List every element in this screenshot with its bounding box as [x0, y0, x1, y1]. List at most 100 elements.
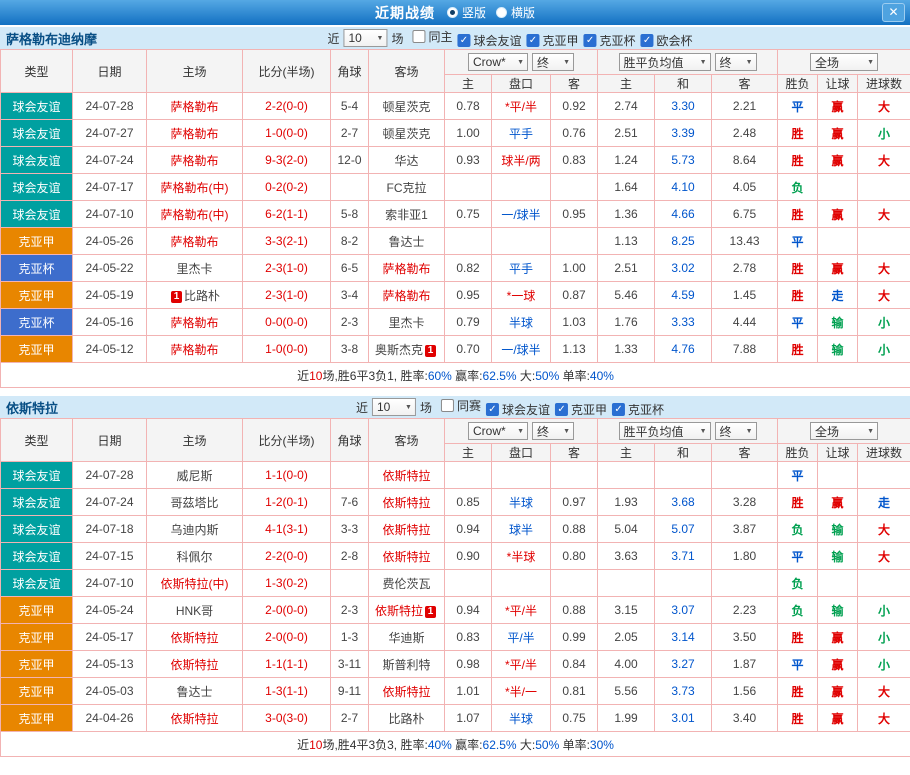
filter-checkbox[interactable]: ✓克亚杯: [612, 401, 664, 418]
chevron-down-icon: ▼: [563, 59, 570, 66]
near-label: 近: [356, 399, 368, 416]
asian-handicap: *半/一: [492, 678, 551, 705]
full-match-select[interactable]: 全场▼: [810, 53, 878, 71]
summary-part: 50%: [535, 738, 559, 752]
matches-body: 球会友谊24-07-28萨格勒布2-2(0-0)5-4顿星茨克0.78*平/半0…: [1, 93, 910, 363]
close-icon[interactable]: ✕: [882, 3, 905, 22]
match-date: 24-05-22: [73, 255, 147, 282]
europe-away-odds: 3.87: [712, 516, 778, 543]
chevron-down-icon: ▼: [517, 59, 524, 66]
team-name: 奥斯杰克: [375, 343, 423, 357]
view-radio-horizontal[interactable]: 横版: [496, 4, 535, 21]
match-type-badge: 克亚甲: [1, 705, 73, 732]
europe-avg-select[interactable]: 胜平负均值▼: [619, 53, 711, 71]
checkbox-icon[interactable]: [441, 399, 454, 412]
checkbox-icon[interactable]: ✓: [555, 403, 568, 416]
summary-text: 近10场,胜4平3负3, 胜率:40% 赢率:62.5% 大:50% 单率:30…: [1, 732, 910, 757]
match-type-badge: 克亚甲: [1, 336, 73, 363]
filter-bar: 近 10▼ 场 同主✓球会友谊✓克亚甲✓克亚杯✓欧会杯: [327, 28, 692, 49]
checkbox-icon[interactable]: [412, 30, 425, 43]
goals-result: 小: [858, 597, 910, 624]
filter-checkbox[interactable]: ✓克亚甲: [527, 32, 579, 49]
asian-handicap: 半球: [492, 309, 551, 336]
col-header-home: 主场: [147, 50, 243, 93]
europe-draw-odds: 3.01: [655, 705, 712, 732]
radio-icon[interactable]: [447, 7, 458, 18]
filter-checkbox[interactable]: ✓克亚杯: [584, 32, 636, 49]
match-type-badge: 球会友谊: [1, 174, 73, 201]
checkbox-icon[interactable]: ✓: [527, 34, 540, 47]
match-type-badge: 克亚杯: [1, 255, 73, 282]
match-date: 24-05-19: [73, 282, 147, 309]
filter-checkbox[interactable]: ✓欧会杯: [641, 32, 693, 49]
filter-checkbox[interactable]: 同赛: [441, 397, 481, 414]
match-score: 1-3(0-2): [243, 570, 331, 597]
asian-handicap: [492, 228, 551, 255]
asian-odds-header: Crow*▼终▼: [445, 419, 598, 444]
asian-handicap: [492, 174, 551, 201]
sub-header-home-odds: 主: [445, 75, 492, 93]
europe-away-odds: 3.50: [712, 624, 778, 651]
europe-avg-select[interactable]: 胜平负均值▼: [619, 422, 711, 440]
europe-final-select[interactable]: 终▼: [715, 53, 757, 71]
match-row: 球会友谊24-07-18乌迪内斯4-1(3-1)3-3依斯特拉0.94球半0.8…: [1, 516, 910, 543]
chevron-down-icon: ▼: [746, 59, 753, 66]
view-radio-vertical[interactable]: 竖版: [447, 4, 486, 21]
filter-checkbox[interactable]: ✓球会友谊: [457, 32, 521, 49]
odds-final-select[interactable]: 终▼: [532, 53, 574, 71]
asian-away-odds: 0.84: [551, 651, 598, 678]
sub-header-away-odds: 客: [551, 75, 598, 93]
away-team: 鲁达士: [369, 228, 445, 255]
summary-part: 场,胜4平3负3, 胜率:: [322, 738, 427, 752]
checkbox-icon[interactable]: ✓: [457, 34, 470, 47]
away-team: 依斯特拉1: [369, 597, 445, 624]
chevron-down-icon: ▼: [405, 404, 412, 411]
full-match-select[interactable]: 全场▼: [810, 422, 878, 440]
match-result: 胜: [778, 201, 818, 228]
match-row: 球会友谊24-07-17萨格勒布(中)0-2(0-2)FC克拉1.644.104…: [1, 174, 910, 201]
recent-count-select[interactable]: 10▼: [343, 29, 387, 47]
checkbox-icon[interactable]: ✓: [584, 34, 597, 47]
match-score: 0-0(0-0): [243, 309, 331, 336]
match-row: 克亚甲24-05-12萨格勒布1-0(0-0)3-8奥斯杰克10.70一/球半1…: [1, 336, 910, 363]
team-name: 鲁达士: [176, 685, 212, 699]
checkbox-icon[interactable]: ✓: [641, 34, 654, 47]
odds-company-select[interactable]: Crow*▼: [468, 422, 528, 440]
recent-count-select[interactable]: 10▼: [372, 398, 416, 416]
europe-home-odds: 2.51: [598, 255, 655, 282]
corner-score: 1-3: [331, 624, 369, 651]
europe-away-odds: 3.28: [712, 489, 778, 516]
page-title: 近期战绩: [375, 3, 435, 23]
radio-icon[interactable]: [496, 7, 507, 18]
europe-away-odds: 7.88: [712, 336, 778, 363]
filter-checkbox[interactable]: 同主: [412, 28, 452, 45]
odds-final-select[interactable]: 终▼: [532, 422, 574, 440]
match-row: 球会友谊24-07-15科佩尔2-2(0-0)2-8依斯特拉0.90*半球0.8…: [1, 543, 910, 570]
home-team: 依斯特拉: [147, 705, 243, 732]
team-name: 萨格勒布: [170, 343, 218, 357]
asian-away-odds: 0.87: [551, 282, 598, 309]
europe-home-odds: 1.33: [598, 336, 655, 363]
europe-draw-odds: 3.33: [655, 309, 712, 336]
europe-draw-odds: 4.10: [655, 174, 712, 201]
home-team: HNK哥: [147, 597, 243, 624]
asian-handicap: *平/半: [492, 597, 551, 624]
red-card-badge: 1: [171, 291, 182, 303]
summary-part: 50%: [535, 369, 559, 383]
team-name: 依斯特拉: [170, 658, 218, 672]
asian-away-odds: 1.00: [551, 255, 598, 282]
asian-home-odds: 0.90: [445, 543, 492, 570]
match-result: 平: [778, 651, 818, 678]
summary-part: 单率:: [559, 738, 590, 752]
checkbox-icon[interactable]: ✓: [612, 403, 625, 416]
match-score: 1-3(1-1): [243, 678, 331, 705]
col-header-home: 主场: [147, 419, 243, 462]
filter-checkbox[interactable]: ✓克亚甲: [555, 401, 607, 418]
match-score: 2-2(0-0): [243, 93, 331, 120]
europe-final-select[interactable]: 终▼: [715, 422, 757, 440]
filter-checkbox[interactable]: ✓球会友谊: [486, 401, 550, 418]
match-date: 24-05-12: [73, 336, 147, 363]
handicap-result: 赢: [818, 201, 858, 228]
odds-company-select[interactable]: Crow*▼: [468, 53, 528, 71]
checkbox-icon[interactable]: ✓: [486, 403, 499, 416]
